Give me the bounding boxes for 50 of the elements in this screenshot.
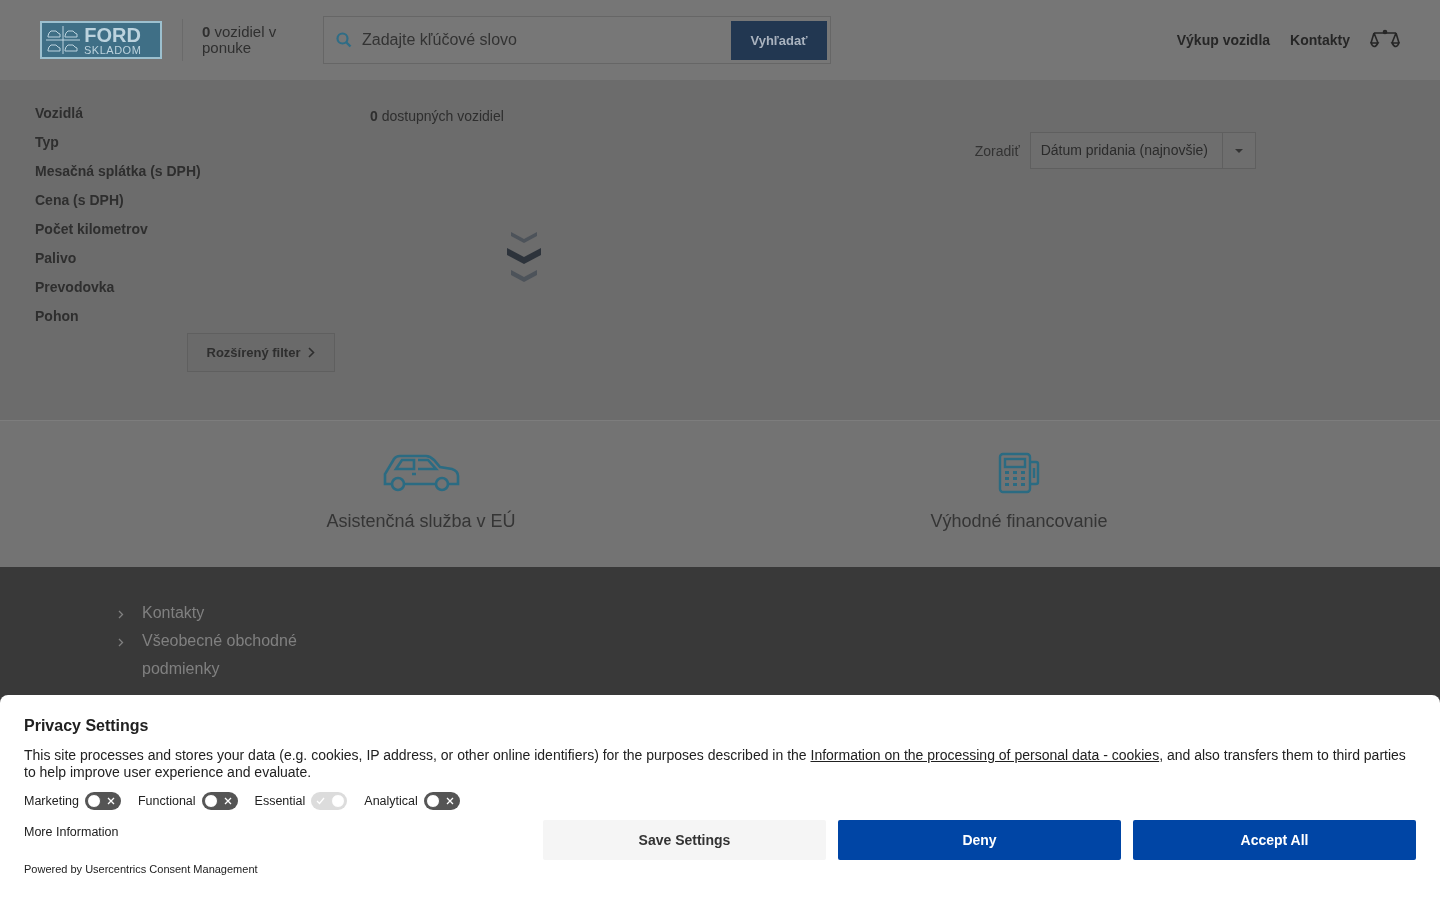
toggle-switch[interactable] <box>201 792 238 810</box>
privacy-title: Privacy Settings <box>24 717 150 735</box>
chevron-right-icon <box>118 638 124 647</box>
filter-item[interactable]: Palivo <box>35 250 335 279</box>
logo[interactable]: FORD SKLADOM <box>40 21 162 59</box>
search-button[interactable]: Vyhľadať <box>731 20 827 60</box>
search-icon <box>336 32 352 48</box>
calculator-icon <box>998 452 1040 494</box>
toggle-label: Analytical <box>364 794 418 808</box>
toggle-label: Marketing <box>24 794 79 808</box>
sort-dropdown[interactable]: Dátum pridania (najnovšie) <box>1029 132 1256 169</box>
chevron-right-icon <box>308 347 316 358</box>
consent-button[interactable]: Accept All <box>1133 820 1416 860</box>
powered-by-text: Powered by Usercentrics Consent Management <box>24 863 259 875</box>
filter-item[interactable]: Mesačná splátka (s DPH) <box>35 163 335 192</box>
footer-link[interactable]: Kontakty <box>142 599 205 627</box>
caret-icon <box>1235 148 1243 153</box>
stock-count: 0 vozidiel v ponuke <box>202 24 278 56</box>
check-icon <box>316 797 326 805</box>
filter-item[interactable]: Počet kilometrov <box>35 221 335 250</box>
filter-item[interactable]: Vozidlá <box>35 105 335 134</box>
feature-label: Asistenčná služba v EÚ <box>326 511 516 532</box>
search-field[interactable]: Zadajte kľúčové slovo Vyhľadať <box>323 16 831 64</box>
loading-chevrons-icon <box>505 230 543 284</box>
toggle-label: Functional <box>137 794 196 808</box>
results-count: 0 dostupných vozidiel <box>370 108 504 124</box>
filter-item[interactable]: Prevodovka <box>35 279 335 308</box>
cars-grid-icon <box>46 26 80 54</box>
close-icon <box>106 797 115 805</box>
close-icon <box>223 797 232 805</box>
more-information-link[interactable]: More Information <box>24 825 543 839</box>
nav-link[interactable]: Kontakty <box>1290 32 1350 48</box>
car-icon <box>382 454 460 492</box>
close-icon <box>445 797 454 805</box>
consent-button[interactable]: Deny <box>838 820 1121 860</box>
footer-link[interactable]: Všeobecné obchodné podmienky <box>142 627 338 683</box>
sort-label: Zoradiť <box>974 142 1020 159</box>
consent-button[interactable]: Save Settings <box>543 820 826 860</box>
nav-link[interactable]: Výkup vozidla <box>1176 32 1271 48</box>
logo-brand: FORD <box>84 24 141 45</box>
toggle-switch[interactable] <box>84 792 121 810</box>
advanced-filter-button[interactable]: Rozšírený filter <box>187 333 335 372</box>
toggle-switch[interactable] <box>423 792 460 810</box>
chevron-right-icon <box>118 610 124 619</box>
filter-item[interactable]: Typ <box>35 134 335 163</box>
privacy-text: This site processes and stores your data (e.g. cookies, IP address, or other online identifiers) for the purposes described in the Information on the processing of personal data - cookies, and also transfers them to third parties to help improve user experience and evaluate. <box>24 747 1407 781</box>
feature-label: Výhodné financovanie <box>930 511 1108 532</box>
filter-item[interactable]: Cena (s DPH) <box>35 192 335 221</box>
toggle-label: Essential <box>254 794 306 808</box>
logo-subtitle: SKLADOM <box>84 44 142 56</box>
